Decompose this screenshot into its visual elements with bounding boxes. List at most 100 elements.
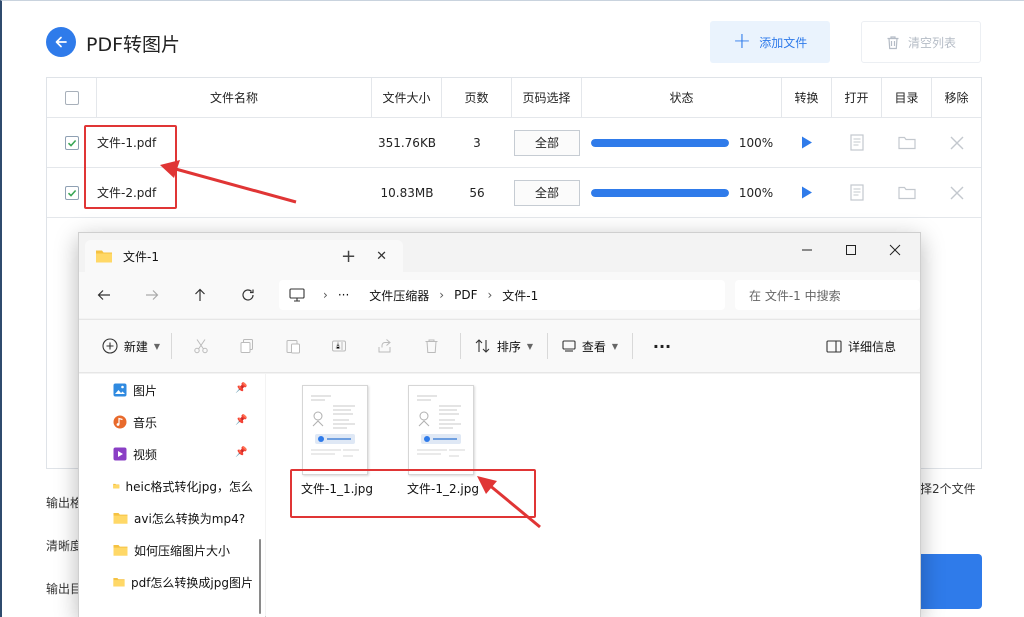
- breadcrumb-item[interactable]: 文件压缩器: [369, 287, 429, 304]
- folder-icon: [113, 513, 128, 524]
- row-checkbox[interactable]: [65, 185, 79, 200]
- cut-icon: [194, 339, 208, 354]
- pin-icon: 📌: [235, 415, 248, 426]
- sidebar-item-label: 如何压缩图片大小: [134, 543, 231, 558]
- tab-close-icon[interactable]: ✕: [376, 249, 387, 264]
- folder-icon: [113, 545, 128, 556]
- close-icon: [950, 186, 963, 199]
- scrollbar[interactable]: [259, 539, 261, 614]
- progress-percent: 100%: [738, 135, 774, 150]
- sidebar-item-label: heic格式转化jpg，怎么: [125, 479, 254, 494]
- page-range-button[interactable]: 全部: [514, 179, 580, 206]
- progress-fill: [590, 138, 729, 147]
- sidebar-item-folder[interactable]: heic格式转化jpg，怎么: [113, 475, 253, 497]
- new-button[interactable]: 新建 ▼: [97, 329, 165, 363]
- document-preview-icon: [417, 395, 465, 457]
- document-icon: [850, 134, 864, 151]
- new-tab-button[interactable]: +: [341, 246, 356, 267]
- image-thumbnail[interactable]: [408, 385, 474, 475]
- clear-list-button[interactable]: 清空列表: [861, 21, 981, 63]
- refresh-button[interactable]: [231, 280, 265, 310]
- play-icon: [802, 136, 812, 149]
- open-folder-button[interactable]: [882, 118, 932, 167]
- folder-outline-icon: [898, 186, 916, 200]
- copy-button[interactable]: [224, 329, 270, 363]
- sidebar-item-folder[interactable]: pdf怎么转换成jpg图片: [113, 571, 253, 593]
- paste-button[interactable]: [270, 329, 316, 363]
- table-header: 文件名称 文件大小 页数 页码选择 状态 转换 打开 目录 移除: [47, 78, 981, 118]
- forward-nav-button[interactable]: [135, 280, 169, 310]
- image-thumbnail[interactable]: [302, 385, 368, 475]
- row-checkbox[interactable]: [65, 135, 79, 150]
- sidebar-item-folder[interactable]: avi怎么转换为mp4?: [113, 507, 253, 529]
- play-icon: [802, 186, 812, 199]
- music-icon: [113, 415, 127, 429]
- navigation-bar: › ··· 文件压缩器 › PDF › 文件-1 在 文件-1 中搜索: [79, 272, 920, 318]
- up-nav-button[interactable]: [183, 280, 217, 310]
- view-button[interactable]: 查看 ▼: [554, 329, 626, 363]
- chevron-right-icon: ›: [439, 288, 445, 302]
- open-folder-button[interactable]: [882, 168, 932, 217]
- details-pane-button[interactable]: 详细信息: [826, 329, 896, 363]
- close-icon: [950, 136, 963, 149]
- computer-icon: [289, 288, 305, 302]
- header-open: 打开: [832, 78, 882, 117]
- maximize-icon: [846, 245, 856, 255]
- address-bar[interactable]: › ··· 文件压缩器 › PDF › 文件-1: [279, 280, 725, 310]
- delete-button[interactable]: [408, 329, 454, 363]
- cut-button[interactable]: [178, 329, 224, 363]
- more-path-icon[interactable]: ···: [338, 288, 349, 302]
- progress-bar: [590, 138, 729, 147]
- progress-fill: [590, 188, 729, 197]
- add-file-button[interactable]: + 添加文件: [710, 21, 830, 63]
- convert-button[interactable]: [782, 118, 832, 167]
- chevron-down-icon: ▼: [526, 341, 534, 351]
- share-button[interactable]: [362, 329, 408, 363]
- sort-button[interactable]: 排序 ▼: [467, 329, 541, 363]
- close-window-button[interactable]: [875, 237, 915, 263]
- file-explorer-window: 文件-1 ✕ + › ··· 文件压缩器 › PDF › 文件-1 在 文件-1…: [78, 232, 921, 617]
- pin-icon: 📌: [235, 447, 248, 458]
- search-input[interactable]: 在 文件-1 中搜索: [735, 280, 920, 310]
- more-options-icon[interactable]: ···: [639, 329, 685, 363]
- check-icon: [67, 139, 77, 147]
- folder-outline-icon: [898, 136, 916, 150]
- rename-button[interactable]: [316, 329, 362, 363]
- header-pages: 页数: [442, 78, 512, 117]
- table-row: 文件-2.pdf 10.83MB 56 全部 100%: [47, 168, 981, 218]
- select-all-checkbox[interactable]: [64, 90, 79, 105]
- remove-button[interactable]: [932, 168, 981, 217]
- start-convert-button[interactable]: [920, 554, 982, 609]
- plus-circle-icon: [102, 338, 118, 354]
- back-nav-button[interactable]: [87, 280, 121, 310]
- remove-button[interactable]: [932, 118, 981, 167]
- convert-button[interactable]: [782, 168, 832, 217]
- breadcrumb-item[interactable]: PDF: [454, 288, 477, 302]
- header-folder: 目录: [882, 78, 932, 117]
- share-icon: [378, 339, 391, 353]
- tab-title: 文件-1: [123, 249, 159, 264]
- arrow-left-icon: [97, 290, 110, 300]
- breadcrumb-item[interactable]: 文件-1: [502, 287, 538, 304]
- sidebar-item-music[interactable]: 音乐: [113, 411, 157, 433]
- minimize-button[interactable]: [787, 237, 827, 263]
- open-button[interactable]: [832, 118, 882, 167]
- paste-icon: [286, 340, 300, 354]
- trash-icon: [887, 35, 899, 49]
- back-button[interactable]: [46, 27, 76, 57]
- check-icon: [67, 189, 77, 197]
- sidebar-item-videos[interactable]: 视频: [113, 443, 157, 465]
- sidebar-item-pictures[interactable]: 图片: [113, 379, 157, 401]
- maximize-button[interactable]: [831, 237, 871, 263]
- add-file-label: 添加文件: [759, 35, 808, 50]
- sidebar-item-folder[interactable]: 如何压缩图片大小: [113, 539, 253, 561]
- new-label: 新建: [123, 339, 148, 354]
- arrow-left-icon: [55, 36, 67, 48]
- page-title: PDF转图片: [86, 34, 181, 56]
- chevron-right-icon: ›: [323, 288, 328, 302]
- document-icon: [850, 184, 864, 201]
- navigation-pane: 图片 📌 音乐 📌 视频 📌 heic格式转化jpg，怎么 avi怎么转换为mp…: [79, 374, 265, 617]
- file-pages: 3: [473, 135, 481, 150]
- page-range-button[interactable]: 全部: [514, 129, 580, 156]
- open-button[interactable]: [832, 168, 882, 217]
